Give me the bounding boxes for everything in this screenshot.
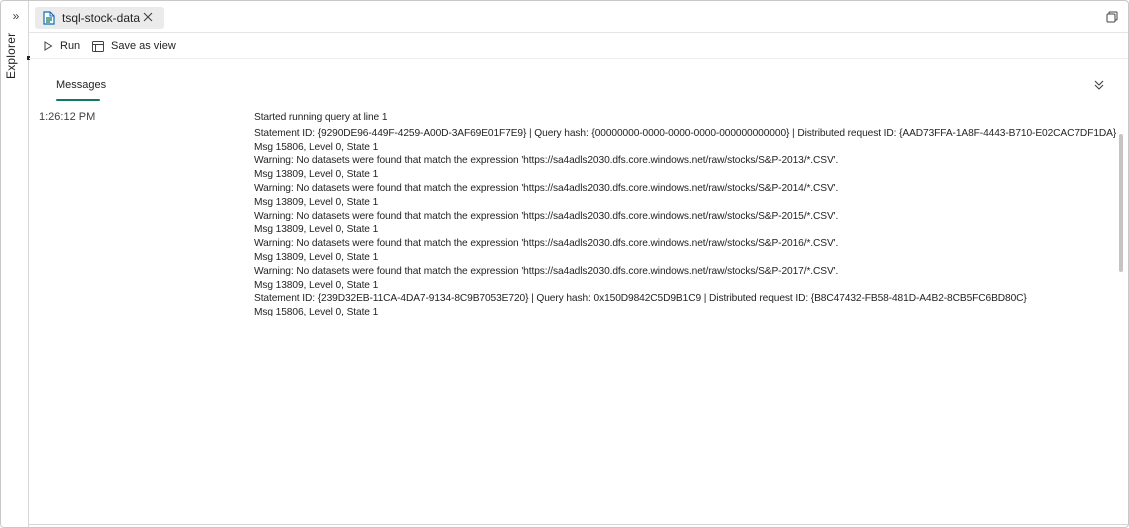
tab-bar: tsql-stock-data (29, 1, 1128, 33)
messages-panel: 1:26:12 PM Started running query at line… (29, 105, 1128, 316)
log-line: Warning: No datasets were found that mat… (254, 265, 839, 277)
tab-tsql-stock-data[interactable]: tsql-stock-data (35, 7, 164, 29)
view-icon (92, 40, 104, 52)
explorer-rail: » Explorer (1, 1, 30, 527)
log-line: Warning: No datasets were found that mat… (254, 238, 839, 250)
log-line: Msg 13809, Level 0, State 1 (254, 251, 379, 263)
tab-messages[interactable]: Messages (56, 79, 106, 91)
toolbar: Run Save as view (29, 33, 1128, 59)
log-line: Msg 13809, Level 0, State 1 (254, 279, 379, 291)
log-line: Warning: No datasets were found that mat… (254, 210, 839, 222)
tab-messages-underline (56, 99, 100, 101)
log-line: Warning: No datasets were found that mat… (254, 155, 839, 167)
log-line: Msg 13809, Level 0, State 1 (254, 169, 379, 181)
log-line: Started running query at line 1 (254, 112, 388, 123)
log-line: Msg 13809, Level 0, State 1 (254, 196, 379, 208)
bottom-divider (29, 524, 1128, 525)
chevron-double-down-icon[interactable] (1094, 79, 1104, 91)
log-line: Warning: No datasets were found that mat… (254, 182, 839, 194)
message-log: Started running query at line 1 Statemen… (254, 111, 1117, 316)
explorer-label[interactable]: Explorer (4, 33, 18, 79)
log-line: Statement ID: {9290DE96-449F-4259-A00D-3… (254, 127, 1117, 139)
log-line: Statement ID: {239D32EB-11CA-4DA7-9134-8… (254, 293, 1027, 305)
run-button[interactable]: Run (43, 37, 80, 55)
restore-window-icon[interactable] (1106, 11, 1118, 23)
messages-scrollbar[interactable] (1119, 134, 1123, 272)
save-as-view-label: Save as view (111, 40, 176, 52)
chevron-double-right-icon[interactable]: » (9, 9, 23, 23)
log-line: Msg 15806, Level 0, State 1 (254, 307, 379, 316)
play-icon (44, 41, 53, 51)
query-editor-window: » Explorer tsql-stock-data Run Save as v… (0, 0, 1129, 528)
tab-label: tsql-stock-data (62, 11, 141, 25)
close-icon[interactable] (142, 11, 154, 23)
save-as-view-button[interactable]: Save as view (92, 37, 176, 55)
run-label: Run (60, 40, 81, 52)
log-line: Msg 13809, Level 0, State 1 (254, 224, 379, 236)
results-tabs: Messages (29, 59, 1128, 105)
log-line: Msg 15806, Level 0, State 1 (254, 141, 379, 153)
message-timestamp: 1:26:12 PM (39, 111, 96, 123)
sql-file-icon (43, 11, 55, 25)
